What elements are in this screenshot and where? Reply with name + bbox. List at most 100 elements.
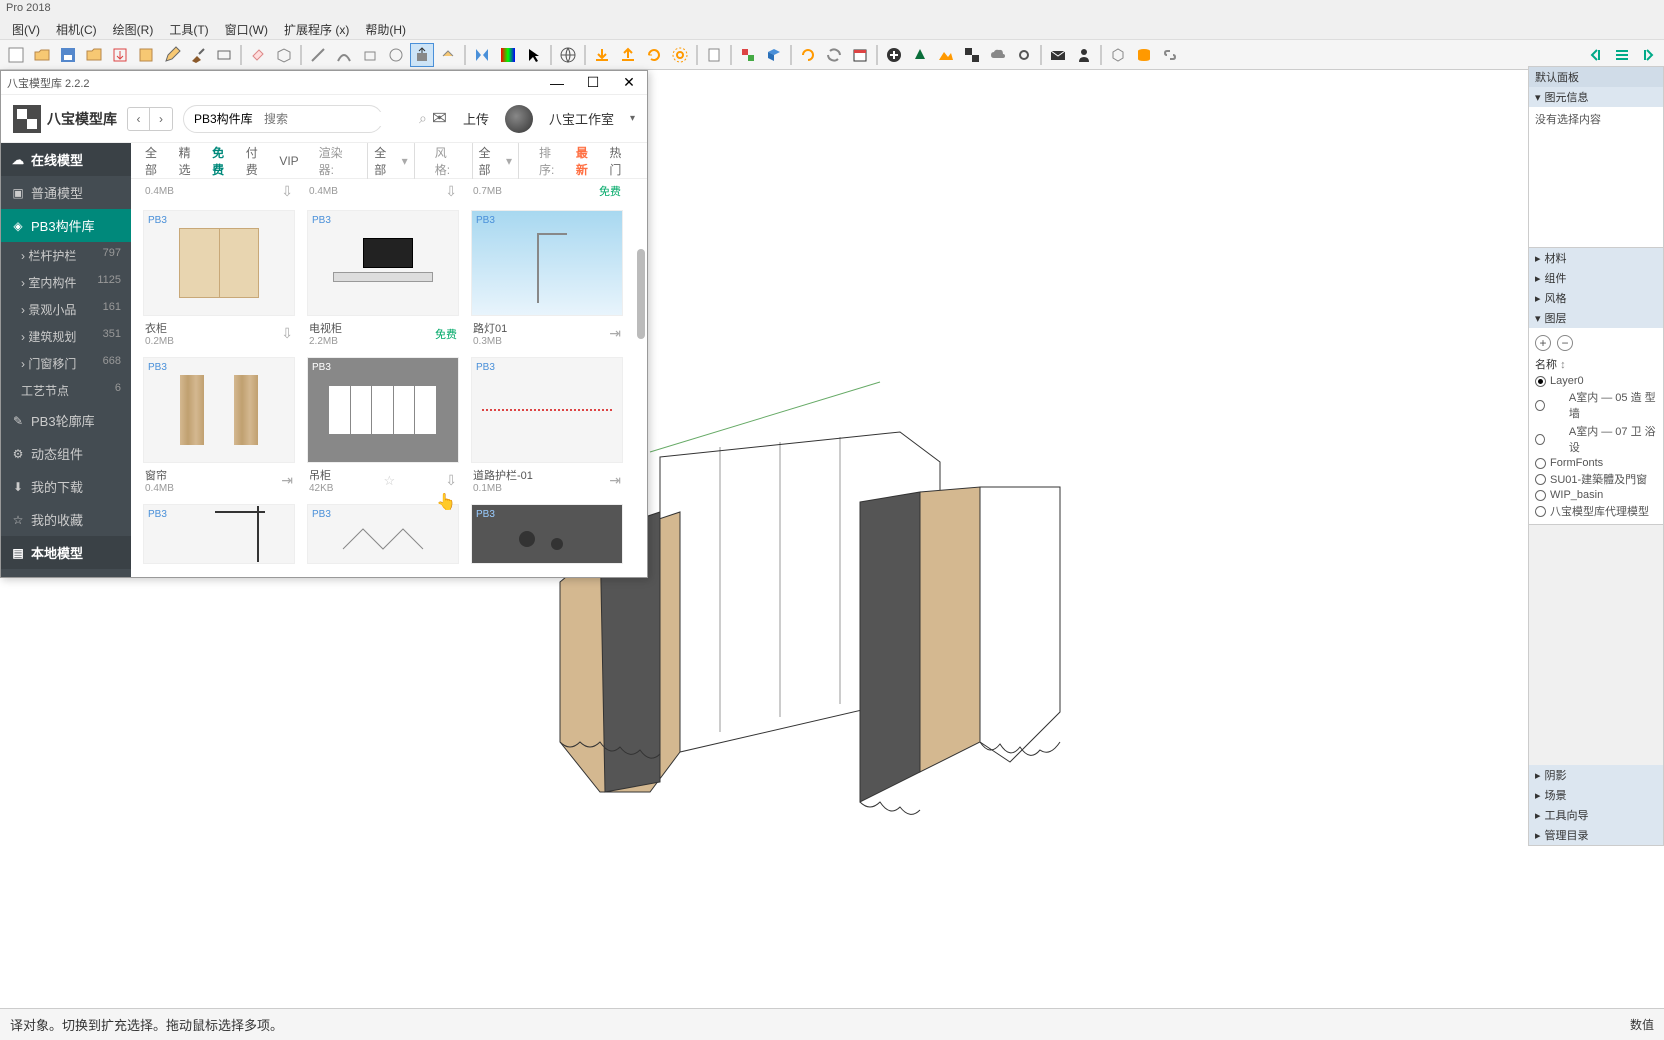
sort-hot[interactable]: 热门	[609, 144, 633, 178]
tool-eraser-icon[interactable]	[246, 43, 270, 67]
menu-window[interactable]: 窗口(W)	[217, 18, 276, 39]
tool-component2-icon[interactable]	[762, 43, 786, 67]
tool-shape-icon[interactable]	[358, 43, 382, 67]
tool-save-icon[interactable]	[56, 43, 80, 67]
tool-globe-icon[interactable]	[556, 43, 580, 67]
download-icon[interactable]: ⇩	[281, 325, 293, 342]
sidebar-sub-arch[interactable]: › 建筑规划351	[1, 323, 131, 350]
import-icon[interactable]: ⇥	[609, 472, 621, 489]
shadow-header[interactable]: ▸ 阴影	[1529, 765, 1663, 785]
tool-component1-icon[interactable]	[736, 43, 760, 67]
tool-offset-icon[interactable]	[436, 43, 460, 67]
tool-box-icon[interactable]	[272, 43, 296, 67]
sidebar-sub-railing[interactable]: › 栏杆护栏797	[1, 242, 131, 269]
tool-terrain-icon[interactable]	[934, 43, 958, 67]
filter-free[interactable]: 免费	[212, 144, 236, 178]
manage-catalog-header[interactable]: ▸ 管理目录	[1529, 825, 1663, 845]
default-panel-header[interactable]: 默认面板	[1529, 67, 1663, 87]
sort-latest[interactable]: 最新	[576, 144, 600, 178]
model-card-wardrobe[interactable]: PB3 衣柜0.2MB⇩	[143, 210, 295, 347]
tool-rotate-icon[interactable]	[796, 43, 820, 67]
layer-row[interactable]: SU01-建築體及門窗	[1535, 470, 1657, 488]
tool-cube-icon[interactable]	[1106, 43, 1130, 67]
menu-tools[interactable]: 工具(T)	[161, 18, 216, 39]
search-input[interactable]	[194, 112, 264, 126]
tool-rainbow-icon[interactable]	[496, 43, 520, 67]
model-card[interactable]: 0.7MB免费	[471, 179, 623, 200]
sidebar-dynamic[interactable]: ⚙ 动态组件	[1, 437, 131, 470]
tool-refresh-icon[interactable]	[642, 43, 666, 67]
nav-back-button[interactable]: ‹	[128, 108, 150, 130]
tool-clipboard-icon[interactable]	[702, 43, 726, 67]
model-card[interactable]: PB3	[471, 504, 623, 564]
model-card[interactable]: 0.4MB⇩	[143, 179, 295, 200]
download-icon[interactable]: ⇩	[445, 183, 457, 200]
download-icon[interactable]: ⇩	[281, 183, 293, 200]
filter-all[interactable]: 全部	[145, 144, 169, 178]
import-icon[interactable]: ⇥	[609, 325, 621, 342]
model-card-streetlight[interactable]: PB3 路灯010.3MB⇥	[471, 210, 623, 347]
minimize-button[interactable]: —	[545, 73, 569, 93]
radio-icon[interactable]	[1535, 458, 1546, 469]
tool-sync-icon[interactable]	[822, 43, 846, 67]
menu-draw[interactable]: 绘图(R)	[105, 18, 162, 39]
search-placeholder-input[interactable]	[264, 112, 419, 126]
tool-export-icon[interactable]	[134, 43, 158, 67]
filter-paid[interactable]: 付费	[246, 144, 270, 178]
nav-forward-button[interactable]: ›	[150, 108, 172, 130]
user-dropdown-icon[interactable]: ▾	[630, 113, 635, 124]
tool-calendar-icon[interactable]	[848, 43, 872, 67]
scrollbar[interactable]	[635, 179, 645, 577]
radio-icon[interactable]	[1535, 490, 1546, 501]
styles-header[interactable]: ▸ 风格	[1529, 288, 1663, 308]
style-select[interactable]: 全部 ▾	[472, 143, 519, 181]
layer-row[interactable]: A室内 — 07 卫 浴 设	[1535, 422, 1657, 456]
sidebar-sub-door[interactable]: › 门窗移门668	[1, 350, 131, 377]
tool-guide-header[interactable]: ▸ 工具向导	[1529, 805, 1663, 825]
materials-header[interactable]: ▸ 材料	[1529, 248, 1663, 268]
tool-link-icon[interactable]	[1158, 43, 1182, 67]
tool-mail-icon[interactable]	[1046, 43, 1070, 67]
entity-info-header[interactable]: ▾ 图元信息	[1529, 87, 1663, 107]
sort-icon[interactable]: ↕	[1560, 359, 1566, 371]
add-layer-button[interactable]: +	[1535, 335, 1551, 351]
sidebar-normal-model[interactable]: ▣ 普通模型	[1, 176, 131, 209]
tool-rect-icon[interactable]	[212, 43, 236, 67]
sidebar-downloads[interactable]: ⬇ 我的下载	[1, 470, 131, 503]
model-thumbnail[interactable]: PB3	[143, 357, 295, 463]
sidebar-local-header[interactable]: ▤ 本地模型	[1, 536, 131, 569]
model-thumbnail[interactable]: PB3	[471, 504, 623, 564]
scroll-thumb[interactable]	[637, 249, 645, 339]
import-icon[interactable]: ⇥	[281, 472, 293, 489]
tool-line-icon[interactable]	[306, 43, 330, 67]
tool-download-icon[interactable]	[590, 43, 614, 67]
favorite-icon[interactable]: ☆	[384, 473, 396, 489]
scene-header[interactable]: ▸ 场景	[1529, 785, 1663, 805]
model-thumbnail[interactable]: PB3	[307, 357, 459, 463]
model-thumbnail[interactable]: PB3	[143, 210, 295, 316]
radio-icon[interactable]	[1535, 434, 1545, 445]
menu-extensions[interactable]: 扩展程序 (x)	[276, 18, 357, 39]
tool-cursor-icon[interactable]	[522, 43, 546, 67]
layer-row[interactable]: Layer0	[1535, 374, 1657, 388]
layer-row[interactable]: FormFonts	[1535, 456, 1657, 470]
renderer-select[interactable]: 全部 ▾	[367, 143, 414, 181]
layer-row[interactable]: WIP_basin	[1535, 488, 1657, 502]
tool-pencil-icon[interactable]	[160, 43, 184, 67]
upload-link[interactable]: 上传	[463, 109, 489, 128]
tool-mirror-icon[interactable]	[470, 43, 494, 67]
sidebar-pb3-components[interactable]: ◈ PB3构件库	[1, 209, 131, 242]
sidebar-favorites[interactable]: ☆ 我的收藏	[1, 503, 131, 536]
tool-upload-icon[interactable]	[616, 43, 640, 67]
tool-gear-icon[interactable]	[668, 43, 692, 67]
model-thumbnail[interactable]: PB3	[471, 357, 623, 463]
tool-checker-icon[interactable]	[960, 43, 984, 67]
tool-import-icon[interactable]	[108, 43, 132, 67]
menu-view[interactable]: 图(V)	[4, 18, 48, 39]
layer-row[interactable]: 八宝模型库代理模型	[1535, 502, 1657, 520]
model-card-tv[interactable]: PB3 电视柜2.2MB免费	[307, 210, 459, 347]
download-icon[interactable]: ⇩	[445, 472, 457, 489]
model-card[interactable]: 0.4MB⇩	[307, 179, 459, 200]
radio-icon[interactable]	[1535, 376, 1546, 387]
sidebar-online-header[interactable]: ☁ 在线模型	[1, 143, 131, 176]
